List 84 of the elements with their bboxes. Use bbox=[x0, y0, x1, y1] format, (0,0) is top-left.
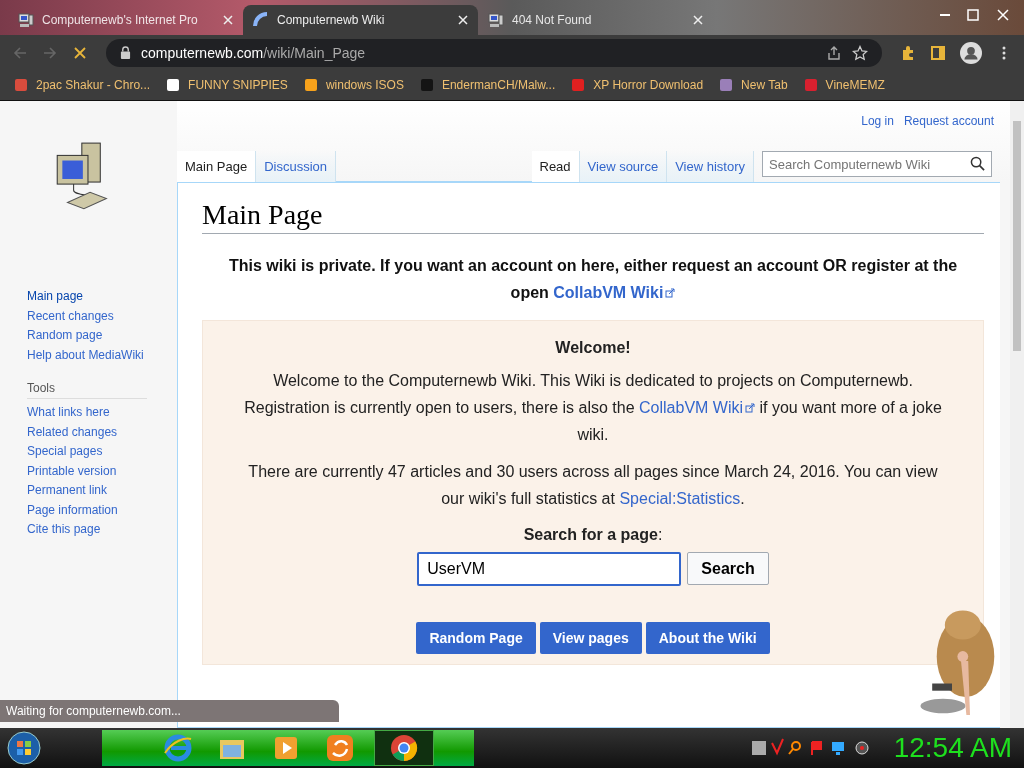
wiki-link[interactable]: CollabVM Wiki bbox=[639, 399, 756, 416]
sidebar-link[interactable]: Random page bbox=[27, 326, 103, 346]
tools-heading: Tools bbox=[27, 381, 147, 399]
scrollbar[interactable] bbox=[1010, 101, 1024, 728]
wiki-link[interactable]: Special:Statistics bbox=[619, 490, 741, 507]
close-icon[interactable] bbox=[693, 15, 703, 25]
browser-tab[interactable]: 404 Not Found bbox=[478, 5, 713, 35]
tab-title: Computernewb's Internet Pro bbox=[42, 13, 199, 27]
wiki-button[interactable]: Random Page bbox=[416, 622, 536, 654]
browser-tab[interactable]: Computernewb Wiki bbox=[243, 5, 478, 35]
search-label: Search for a page: bbox=[522, 526, 664, 544]
bookmark-favicon-icon bbox=[719, 78, 734, 92]
bookmark-favicon-icon bbox=[803, 78, 818, 92]
bookmark-label: VineMEMZ bbox=[825, 78, 885, 92]
bookmark[interactable]: FUNNY SNIPPIES bbox=[166, 78, 288, 92]
start-button[interactable] bbox=[6, 730, 42, 766]
personal-link[interactable]: Request account bbox=[903, 114, 994, 128]
tab-title: Computernewb Wiki bbox=[277, 13, 386, 27]
share-icon[interactable] bbox=[826, 44, 842, 61]
bookmark[interactable]: New Tab bbox=[719, 78, 788, 92]
sidebar-link[interactable]: Special pages bbox=[27, 442, 103, 462]
bookmark[interactable]: 2pac Shakur - Chro... bbox=[14, 78, 151, 92]
bookmark-label: EndermanCH/Malw... bbox=[441, 78, 556, 92]
wiki-button[interactable]: About the Wiki bbox=[645, 622, 770, 654]
profile-avatar-icon[interactable] bbox=[960, 41, 982, 64]
page-tab[interactable]: Main Page bbox=[177, 151, 257, 182]
globe-e-icon bbox=[163, 733, 193, 763]
sidebar-link[interactable]: Related changes bbox=[27, 422, 118, 442]
bookmark-favicon-icon bbox=[303, 78, 318, 92]
sidebar-link[interactable]: Recent changes bbox=[27, 306, 114, 326]
computer-icon bbox=[18, 12, 34, 28]
page-title: Main Page bbox=[202, 199, 984, 234]
view-tab[interactable]: View source bbox=[579, 151, 668, 182]
bookmark[interactable]: VineMEMZ bbox=[803, 78, 885, 92]
bookmark[interactable]: XP Horror Download bbox=[571, 78, 704, 92]
puzzle-icon[interactable] bbox=[900, 44, 916, 61]
view-tab[interactable]: View history bbox=[667, 151, 754, 182]
search-icon[interactable] bbox=[970, 156, 985, 171]
external-link-icon bbox=[665, 288, 676, 298]
bookmark-favicon-icon bbox=[166, 78, 181, 92]
page-search-field[interactable]: UserVM bbox=[417, 552, 682, 586]
address-bar[interactable]: computernewb.com/wiki/Main_Page bbox=[106, 38, 882, 67]
search-button[interactable]: Search bbox=[687, 552, 769, 585]
sidebar-link[interactable]: Page information bbox=[27, 500, 118, 520]
sidebar-link[interactable]: Help about MediaWiki bbox=[27, 345, 144, 365]
stop-icon[interactable] bbox=[72, 44, 88, 61]
bookmark-favicon-icon bbox=[14, 78, 28, 92]
welcome-paragraph: Welcome to the Computernewb Wiki. This Wiki is dedicated to projects on Computernewb. Registration is currently open to users, there is also the CollabVM Wiki if you want more of a joke wiki. bbox=[243, 371, 943, 445]
browser-tab[interactable]: Computernewb's Internet Pro bbox=[8, 5, 243, 35]
bookmark-label: FUNNY SNIPPIES bbox=[188, 78, 288, 92]
bookmark-label: New Tab bbox=[741, 78, 788, 92]
page-tab[interactable]: Discussion bbox=[256, 151, 336, 182]
taskbar-clock[interactable]: 12:54 AM bbox=[893, 732, 1012, 764]
close-icon[interactable] bbox=[458, 15, 468, 25]
collabvm-link[interactable]: CollabVM Wiki bbox=[553, 284, 676, 301]
welcome-heading: Welcome! bbox=[554, 339, 632, 357]
sidebar-link[interactable]: Main page bbox=[27, 287, 84, 307]
wiki-button[interactable]: View pages bbox=[539, 622, 642, 654]
bookmark-favicon-icon bbox=[571, 78, 586, 92]
star-icon[interactable] bbox=[852, 44, 868, 61]
lock-icon bbox=[120, 46, 131, 59]
view-tab[interactable]: Read bbox=[531, 151, 580, 182]
sidebar-link[interactable]: Cite this page bbox=[27, 520, 101, 540]
sidebar-link[interactable]: Permanent link bbox=[27, 481, 108, 501]
bookmark-label: 2pac Shakur - Chro... bbox=[36, 78, 151, 92]
private-notice: This wiki is private. If you want an account on here, either request an account OR register at the open CollabVM Wiki bbox=[227, 256, 959, 303]
personal-link[interactable]: Log in bbox=[861, 114, 894, 128]
status-bubble: Waiting for computernewb.com... bbox=[0, 700, 339, 722]
tab-title: 404 Not Found bbox=[512, 13, 593, 27]
close-icon[interactable] bbox=[223, 15, 233, 25]
bookmark-favicon-icon bbox=[419, 78, 434, 92]
url-text: computernewb.com/wiki/Main_Page bbox=[141, 44, 366, 61]
bookmark[interactable]: windows ISOS bbox=[303, 78, 404, 92]
welcome-paragraph: There are currently 47 articles and 30 users across all pages since March 24, 2016. You can view our wiki's full statistics at Special:Statistics. bbox=[247, 462, 939, 509]
taskbar-app[interactable] bbox=[374, 730, 434, 766]
sidebar-link[interactable]: What links here bbox=[27, 403, 110, 423]
bookmark[interactable]: EndermanCH/Malw... bbox=[419, 78, 556, 92]
sidebar-link[interactable]: Printable version bbox=[27, 461, 117, 481]
bookmark-label: XP Horror Download bbox=[593, 78, 704, 92]
chrome-icon bbox=[389, 733, 419, 763]
computer-icon bbox=[488, 12, 504, 28]
side-panel-icon[interactable] bbox=[930, 44, 946, 61]
bookmark-label: windows ISOS bbox=[325, 78, 404, 92]
wiki-search-field[interactable]: Search Computernewb Wiki bbox=[762, 151, 992, 177]
